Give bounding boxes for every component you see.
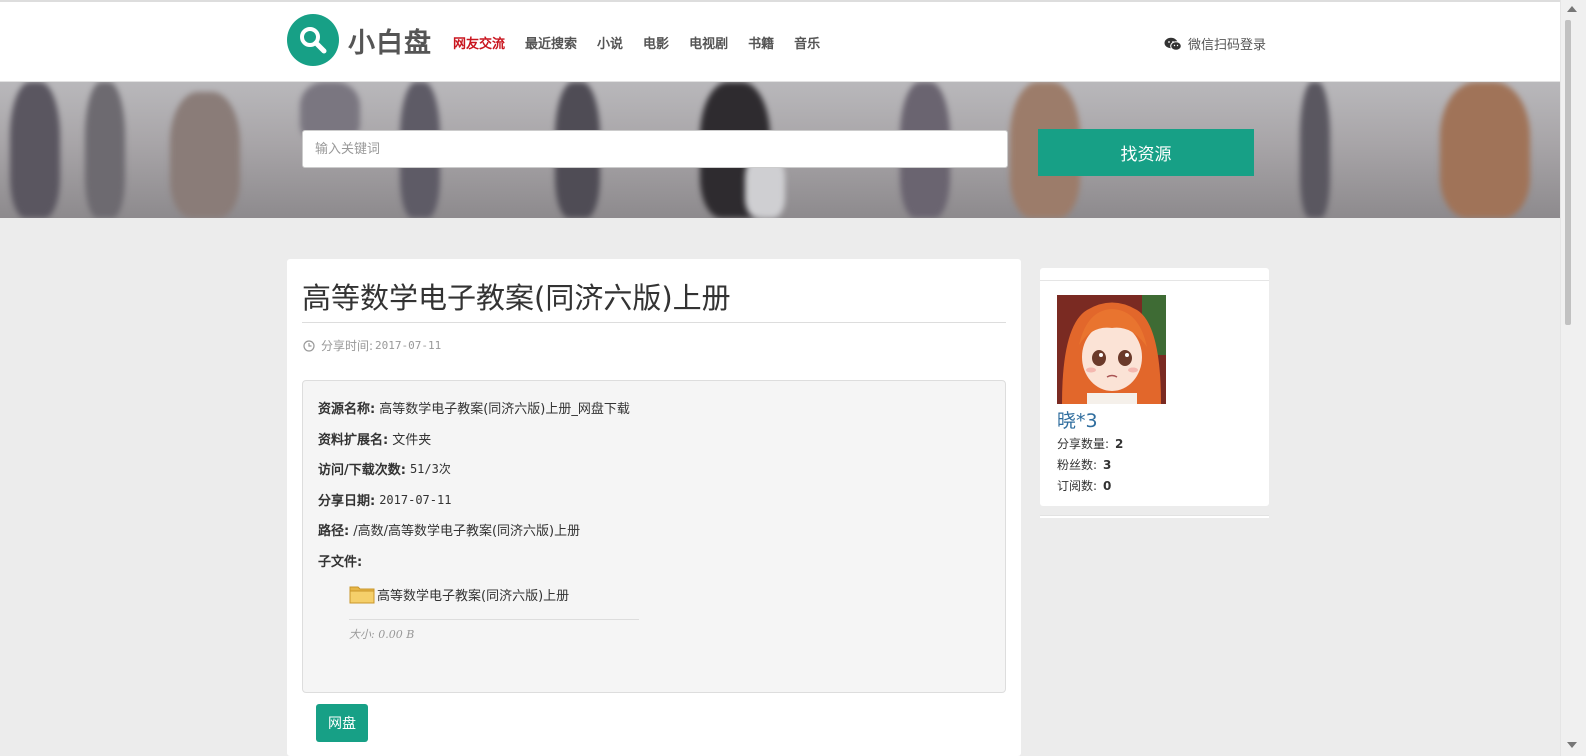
info-row-children: 子文件: (318, 551, 362, 570)
sharer-username[interactable]: 晓*3 (1057, 406, 1098, 433)
stat-label: 分享数量: (1057, 437, 1110, 451)
wechat-login-link[interactable]: 微信扫码登录 (1164, 34, 1266, 53)
info-row-name: 资源名称: 高等数学电子教案(同济六版)上册_网盘下载 (318, 398, 630, 417)
divider (349, 619, 639, 620)
info-value: 2017-07-11 (379, 492, 452, 507)
info-value: 51/3次 (409, 462, 451, 476)
nav-item-books[interactable]: 书籍 (748, 33, 774, 52)
logo-text: 小白盘 (348, 27, 432, 59)
resource-panel: 高等数学电子教案(同济六版)上册 分享时间: 2017-07-11 资源名称: … (287, 259, 1021, 756)
child-file-size: 大小: 0.00 B (349, 628, 415, 641)
wechat-icon (1164, 37, 1182, 51)
info-row-visits: 访问/下载次数: 51/3次 (318, 459, 451, 478)
stat-label: 粉丝数: (1057, 458, 1098, 472)
stat-shares: 分享数量: 2 (1057, 435, 1123, 452)
nav-item-recent-search[interactable]: 最近搜索 (525, 33, 577, 52)
info-label: 资料扩展名: (318, 433, 389, 448)
info-value: /高数/高等数学电子教案(同济六版)上册 (353, 524, 581, 539)
sharer-card: 晓*3 分享数量: 2 粉丝数: 3 订阅数: 0 (1040, 268, 1269, 506)
sidebar-card-placeholder (1040, 515, 1269, 518)
divider (302, 322, 1006, 323)
login-label: 微信扫码登录 (1188, 38, 1267, 53)
page-scrollbar[interactable] (1560, 0, 1586, 756)
nav-item-movie[interactable]: 电影 (643, 33, 669, 52)
stat-followers: 粉丝数: 3 (1057, 456, 1111, 473)
nav-item-music[interactable]: 音乐 (794, 33, 820, 52)
share-time-value: 2017-07-11 (375, 339, 442, 352)
info-row-ext: 资料扩展名: 文件夹 (318, 429, 431, 448)
info-row-date: 分享日期: 2017-07-11 (318, 490, 452, 510)
nav-item-novel[interactable]: 小说 (597, 33, 623, 52)
stat-value: 0 (1103, 479, 1112, 493)
divider (1040, 280, 1269, 281)
top-navbar: 小白盘 网友交流 最近搜索 小说 电影 电视剧 书籍 音乐 微信扫码登录 (0, 0, 1560, 82)
nav-item-tv[interactable]: 电视剧 (689, 33, 728, 52)
page-title: 高等数学电子教案(同济六版)上册 (302, 281, 731, 315)
search-input[interactable] (302, 130, 1008, 168)
avatar[interactable] (1057, 295, 1166, 404)
info-label: 路径: (318, 524, 350, 539)
share-time-label: 分享时间: (321, 339, 374, 353)
scroll-up-icon[interactable] (1567, 6, 1577, 12)
scrollbar-thumb[interactable] (1565, 20, 1571, 325)
info-row-path: 路径: /高数/高等数学电子教案(同济六版)上册 (318, 520, 580, 539)
share-time: 分享时间: 2017-07-11 (303, 337, 441, 354)
info-label: 访问/下载次数: (318, 463, 406, 478)
main-nav: 网友交流 最近搜索 小说 电影 电视剧 书籍 音乐 (453, 33, 820, 52)
stat-value: 3 (1103, 458, 1112, 472)
netdisk-button[interactable]: 网盘 (316, 704, 368, 742)
stat-value: 2 (1115, 437, 1124, 451)
stat-label: 订阅数: (1057, 479, 1098, 493)
resource-info-box: 资源名称: 高等数学电子教案(同济六版)上册_网盘下载 资料扩展名: 文件夹 访… (302, 380, 1006, 693)
info-value: 高等数学电子教案(同济六版)上册_网盘下载 (379, 402, 630, 417)
info-label: 资源名称: (318, 402, 376, 417)
search-button[interactable]: 找资源 (1038, 129, 1254, 176)
folder-icon (349, 586, 375, 604)
nav-item-community[interactable]: 网友交流 (453, 33, 505, 52)
info-value: 文件夹 (392, 433, 432, 448)
clock-icon (303, 339, 315, 352)
site-logo[interactable]: 小白盘 (287, 14, 432, 66)
stat-subscriptions: 订阅数: 0 (1057, 477, 1111, 494)
info-label: 子文件: (318, 555, 363, 570)
scroll-down-icon[interactable] (1567, 742, 1577, 748)
info-label: 分享日期: (318, 494, 376, 509)
search-logo-icon (287, 14, 339, 66)
child-file-item[interactable]: 高等数学电子教案(同济六版)上册 (349, 584, 569, 604)
child-file-name: 高等数学电子教案(同济六版)上册 (377, 588, 570, 604)
